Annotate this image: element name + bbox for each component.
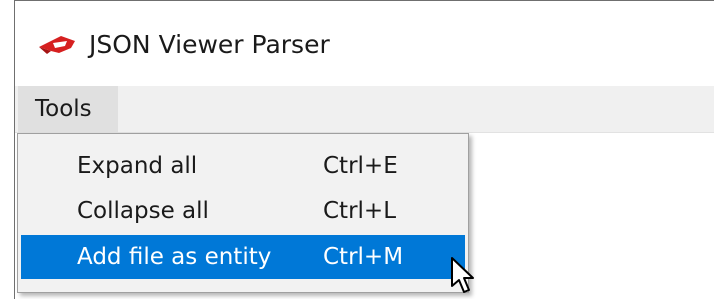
menu-item-label: Add file as entity (77, 244, 272, 270)
menu-bar: Tools (15, 86, 714, 133)
menu-item-collapse-all[interactable]: Collapse all Ctrl+L (21, 189, 465, 233)
menu-item-shortcut: Ctrl+M (323, 244, 404, 270)
menu-tools[interactable]: Tools (18, 86, 118, 133)
title-bar: JSON Viewer Parser (15, 1, 714, 85)
menu-item-shortcut: Ctrl+E (323, 153, 398, 179)
app-title: JSON Viewer Parser (89, 30, 330, 59)
menu-item-add-file-as-entity[interactable]: Add file as entity Ctrl+M (21, 235, 465, 279)
menu-item-label: Collapse all (77, 198, 209, 224)
menu-item-expand-all[interactable]: Expand all Ctrl+E (21, 144, 465, 188)
mouse-pointer-icon (451, 257, 474, 293)
app-logo-icon (39, 36, 75, 54)
tools-dropdown-menu: Expand all Ctrl+E Collapse all Ctrl+L Ad… (17, 133, 469, 293)
menu-item-shortcut: Ctrl+L (323, 198, 397, 224)
menu-item-label: Expand all (77, 153, 198, 179)
